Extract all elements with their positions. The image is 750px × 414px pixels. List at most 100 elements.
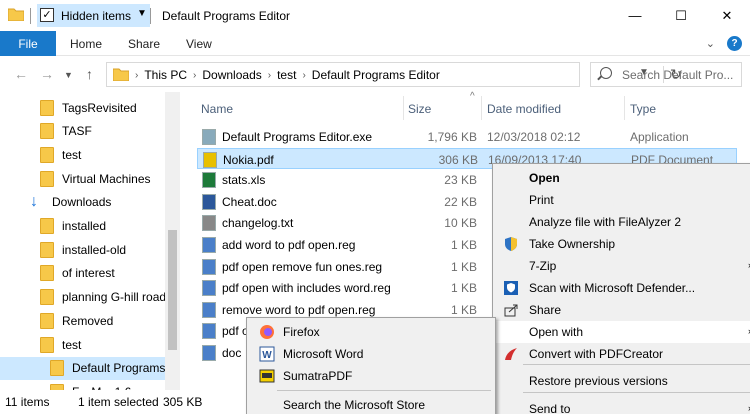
search-input[interactable]: Search Default Pro...	[622, 68, 738, 82]
nav-tree-item[interactable]: Default Programs	[0, 356, 165, 380]
folder-icon	[40, 336, 54, 353]
file-date-modified: 12/03/2018 02:12	[487, 130, 581, 144]
file-size: 1 KB	[450, 238, 477, 252]
submenu-item[interactable]: Firefox	[249, 321, 493, 343]
context-menu-item[interactable]: Convert with PDFCreator	[495, 343, 750, 365]
close-button[interactable]: ✕	[704, 0, 750, 31]
nav-tree-item[interactable]: TagsRevisited	[0, 96, 165, 119]
submenu-item[interactable]: Search the Microsoft Store	[249, 394, 493, 414]
column-name[interactable]: Name	[201, 102, 233, 116]
toolbar-divider	[30, 8, 31, 24]
file-name: pdf o	[222, 324, 249, 339]
context-menu-item[interactable]: Take Ownership	[495, 233, 750, 255]
folder-icon	[40, 265, 54, 282]
column-date-modified[interactable]: Date modified	[487, 102, 561, 116]
context-menu-item[interactable]: Open with›	[495, 321, 750, 343]
tab-share[interactable]: Share	[128, 37, 160, 51]
selection-count: 1 item selected	[78, 395, 159, 409]
file-size: 1 KB	[450, 281, 477, 296]
chevron-down-icon[interactable]: ▼	[137, 8, 147, 19]
column-divider[interactable]	[403, 96, 404, 120]
context-menu-item[interactable]: Restore previous versions	[495, 370, 750, 392]
nav-tree-item[interactable]: test	[0, 333, 165, 356]
folder-icon	[50, 360, 64, 377]
column-divider[interactable]	[481, 96, 482, 120]
submenu-item[interactable]: SumatraPDF	[249, 365, 493, 387]
up-arrow-icon[interactable]: ↑	[86, 66, 93, 82]
sumatra-icon	[259, 368, 275, 384]
context-menu-label: Take Ownership	[529, 237, 616, 251]
shield-icon	[503, 236, 519, 252]
context-menu-item[interactable]: Analyze file with FileAlyzer 2	[495, 211, 750, 233]
tab-file[interactable]: File	[0, 31, 56, 56]
minimize-button[interactable]: —	[612, 0, 658, 31]
nav-tree-label: TASF	[62, 124, 92, 139]
context-menu-item[interactable]: Print	[495, 189, 750, 211]
nav-tree-item[interactable]: TASF	[0, 120, 165, 143]
chevron-down-icon[interactable]: ⌄	[706, 37, 715, 50]
column-type[interactable]: Type	[630, 102, 656, 116]
pdf-icon	[203, 151, 217, 168]
breadcrumb-downloads[interactable]: Downloads	[202, 68, 261, 82]
scrollbar[interactable]	[165, 92, 180, 390]
submenu-label: SumatraPDF	[283, 369, 353, 383]
back-arrow-icon[interactable]: ←	[14, 66, 28, 82]
column-divider[interactable]	[624, 96, 625, 120]
nav-tree-item[interactable]: installed	[0, 215, 165, 238]
context-menu-item[interactable]: Scan with Microsoft Defender...	[495, 277, 750, 299]
nav-tree-item[interactable]: Virtual Machines	[0, 167, 165, 190]
nav-tree-item[interactable]: F... M... 1.6	[0, 380, 165, 390]
checkbox-icon[interactable]: ✓	[40, 8, 54, 22]
nav-tree-label: Virtual Machines	[62, 171, 151, 186]
breadcrumb-test[interactable]: test	[277, 68, 296, 82]
scrollbar-thumb[interactable]	[168, 230, 177, 350]
chevron-right-icon[interactable]: ›	[135, 70, 138, 81]
column-header: Name Size Date modified Type	[197, 96, 750, 122]
context-menu-item[interactable]: Open	[495, 167, 750, 189]
breadcrumb-this-pc[interactable]: This PC	[144, 68, 187, 82]
folder-icon	[40, 146, 54, 163]
context-menu-item[interactable]: Share	[495, 299, 750, 321]
file-row[interactable]: Default Programs Editor.exe 1,796 KB 12/03…	[197, 126, 737, 147]
search-box[interactable]: Search Default Pro...	[590, 62, 742, 87]
help-icon[interactable]: ?	[727, 36, 742, 51]
column-size[interactable]: Size	[408, 102, 431, 116]
chevron-right-icon[interactable]: ›	[268, 70, 271, 81]
nav-tree-label: installed-old	[62, 242, 127, 257]
context-menu-item[interactable]: Send to›	[495, 398, 750, 414]
address-bar[interactable]: › This PC › Downloads › test › Default P…	[106, 62, 682, 87]
nav-tree-item[interactable]: ↓ Downloads	[0, 191, 165, 214]
recent-locations-icon[interactable]: ▼	[64, 70, 73, 80]
folder-icon	[8, 8, 24, 21]
menu-separator	[523, 364, 750, 365]
nav-tree-item[interactable]: installed-old	[0, 238, 165, 261]
submenu-item[interactable]: W Microsoft Word	[249, 343, 493, 365]
nav-tree-item[interactable]: planning G-hill road	[0, 286, 166, 309]
chevron-right-icon[interactable]: ›	[193, 70, 196, 81]
reg-icon	[202, 237, 216, 253]
context-menu-label: Send to	[529, 402, 571, 414]
navigation-bar: ← → ▼ ↑ › This PC › Downloads › test › D…	[0, 56, 750, 92]
nav-tree-item[interactable]: Removed	[0, 309, 165, 332]
context-menu-label: Analyze file with FileAlyzer 2	[529, 215, 682, 229]
tab-view[interactable]: View	[186, 37, 212, 51]
context-menu-label: Open with	[529, 325, 584, 339]
nav-tree-item[interactable]: of interest	[0, 262, 165, 285]
breadcrumb: › This PC › Downloads › test › Default P…	[135, 68, 440, 82]
doc-icon	[202, 193, 216, 210]
file-name: changelog.txt	[222, 216, 294, 231]
chevron-right-icon[interactable]: ›	[302, 70, 305, 81]
maximize-button[interactable]: ☐	[658, 0, 704, 31]
file-name: doc	[222, 346, 242, 360]
forward-arrow-icon[interactable]: →	[40, 66, 54, 82]
file-size: 306 KB	[438, 152, 478, 167]
reg-icon	[202, 280, 216, 297]
navigation-pane: TagsRevisited TASF test Virtual Machines ↓ Do…	[0, 92, 180, 390]
tab-home[interactable]: Home	[70, 37, 102, 51]
nav-tree-item[interactable]: test	[0, 143, 165, 166]
nav-tree-label: Downloads	[52, 195, 112, 210]
file-size: 23 KB	[444, 173, 477, 188]
breadcrumb-current[interactable]: Default Programs Editor	[312, 68, 440, 82]
pdfcreator-icon	[503, 346, 519, 362]
context-menu-item[interactable]: 7-Zip›	[495, 255, 750, 277]
